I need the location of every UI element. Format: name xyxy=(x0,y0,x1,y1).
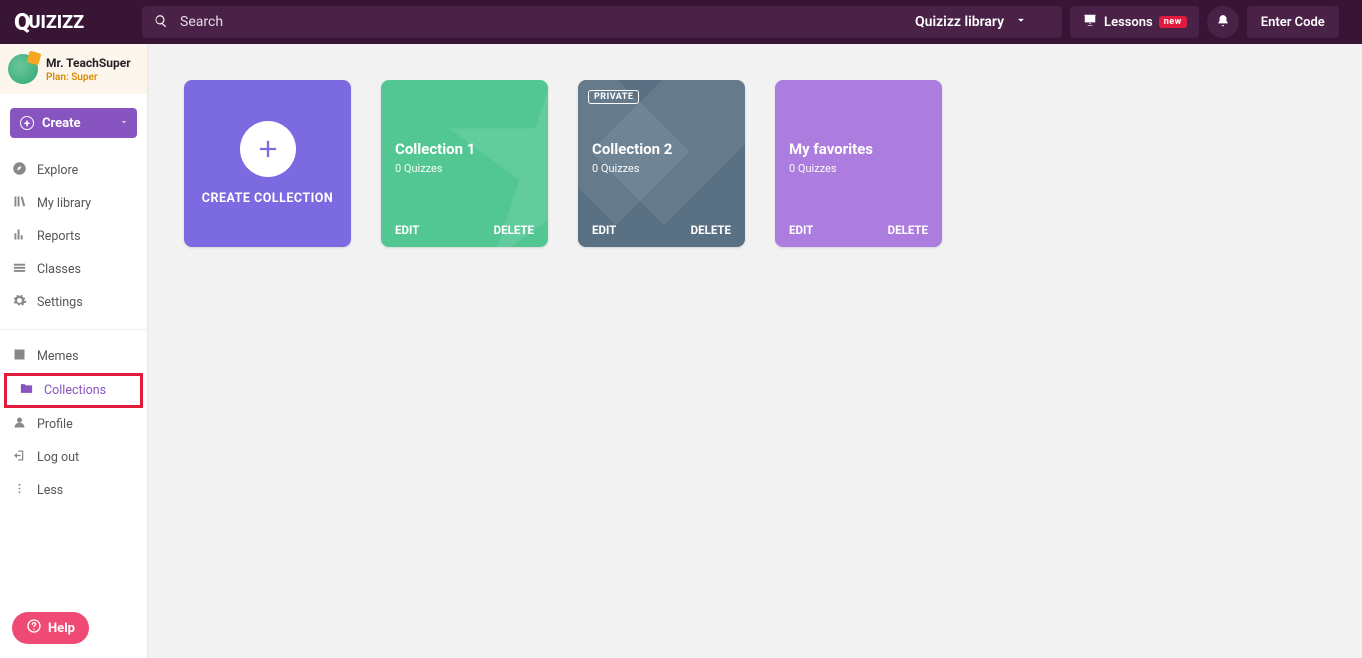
delete-button[interactable]: DELETE xyxy=(494,223,534,237)
books-icon xyxy=(12,194,37,213)
card-actions: EDIT DELETE xyxy=(395,223,534,237)
logo[interactable]: QUIZIZZ xyxy=(8,8,92,36)
create-button-label: Create xyxy=(42,116,81,131)
help-icon xyxy=(26,618,48,638)
collection-cards: CREATE COLLECTION Collection 1 0 Quizzes… xyxy=(184,80,1362,247)
delete-button[interactable]: DELETE xyxy=(888,223,928,237)
collection-card[interactable]: PRIVATE Collection 2 0 Quizzes EDIT DELE… xyxy=(578,80,745,247)
create-collection-label: CREATE COLLECTION xyxy=(202,191,333,206)
card-actions: EDIT DELETE xyxy=(592,223,731,237)
sidebar-item-label: Collections xyxy=(44,383,106,398)
user-name: Mr. TeachSuper xyxy=(46,56,131,70)
search-input[interactable] xyxy=(180,14,905,30)
sidebar-item-label: Explore xyxy=(37,163,78,178)
sidebar-item-mylibrary[interactable]: My library xyxy=(0,187,147,220)
layout: Mr. TeachSuper Plan: Super + Create Expl… xyxy=(0,44,1362,658)
edit-button[interactable]: EDIT xyxy=(789,223,813,237)
presentation-icon xyxy=(1082,13,1104,31)
edit-button[interactable]: EDIT xyxy=(395,223,419,237)
user-block[interactable]: Mr. TeachSuper Plan: Super xyxy=(0,44,147,94)
help-button[interactable]: Help xyxy=(12,612,89,644)
lessons-label: Lessons xyxy=(1104,15,1153,30)
collection-title: Collection 1 xyxy=(395,140,534,158)
collection-subtitle: 0 Quizzes xyxy=(395,162,534,175)
collection-subtitle: 0 Quizzes xyxy=(789,162,928,175)
enter-code-label: Enter Code xyxy=(1261,15,1325,30)
help-label: Help xyxy=(48,621,75,636)
collection-card[interactable]: Collection 1 0 Quizzes EDIT DELETE xyxy=(381,80,548,247)
private-badge: PRIVATE xyxy=(588,90,639,104)
sidebar-item-label: Settings xyxy=(37,295,83,310)
bell-icon xyxy=(1216,13,1230,32)
compass-icon xyxy=(12,161,37,180)
user-plan: Plan: Super xyxy=(46,72,131,83)
plus-circle-icon xyxy=(240,121,296,177)
new-badge: new xyxy=(1159,16,1187,28)
sidebar-item-label: Less xyxy=(37,483,63,498)
search-container: Quizizz library xyxy=(142,6,1062,38)
lessons-button[interactable]: Lessons new xyxy=(1070,6,1199,38)
sidebar-item-label: Profile xyxy=(37,417,73,432)
sidebar-item-profile[interactable]: Profile xyxy=(0,408,147,441)
image-icon xyxy=(12,347,37,366)
library-dropdown[interactable]: Quizizz library xyxy=(905,6,1050,38)
collection-card[interactable]: My favorites 0 Quizzes EDIT DELETE xyxy=(775,80,942,247)
search-icon xyxy=(154,13,180,32)
user-icon xyxy=(12,415,37,434)
sidebar-item-label: Log out xyxy=(37,450,79,465)
more-icon xyxy=(12,481,37,500)
collection-title: Collection 2 xyxy=(592,140,731,158)
notifications-button[interactable] xyxy=(1207,6,1239,38)
sidebar-item-collections[interactable]: Collections xyxy=(7,376,140,405)
sidebar-item-less[interactable]: Less xyxy=(0,474,147,507)
main-content: CREATE COLLECTION Collection 1 0 Quizzes… xyxy=(148,44,1362,658)
chart-icon xyxy=(12,227,37,246)
highlight-box: Collections xyxy=(4,373,143,408)
topbar: QUIZIZZ Quizizz library Lessons new Ente… xyxy=(0,0,1362,44)
collection-subtitle: 0 Quizzes xyxy=(592,162,731,175)
sidebar-item-classes[interactable]: Classes xyxy=(0,253,147,286)
gear-icon xyxy=(12,293,37,312)
caret-down-icon xyxy=(119,116,129,131)
library-dropdown-label: Quizizz library xyxy=(915,14,1004,30)
logout-icon xyxy=(12,448,37,467)
sidebar-item-label: Memes xyxy=(37,349,79,364)
delete-button[interactable]: DELETE xyxy=(691,223,731,237)
sidebar-item-explore[interactable]: Explore xyxy=(0,154,147,187)
card-actions: EDIT DELETE xyxy=(789,223,928,237)
avatar xyxy=(8,54,38,84)
chevron-down-icon xyxy=(1004,13,1040,31)
create-collection-card[interactable]: CREATE COLLECTION xyxy=(184,80,351,247)
enter-code-button[interactable]: Enter Code xyxy=(1247,6,1339,38)
nav-secondary: Memes Collections Profile Log out Less xyxy=(0,334,147,513)
sidebar-item-logout[interactable]: Log out xyxy=(0,441,147,474)
sidebar-item-label: My library xyxy=(37,196,91,211)
sidebar-item-label: Classes xyxy=(37,262,81,277)
edit-button[interactable]: EDIT xyxy=(592,223,616,237)
sidebar-item-settings[interactable]: Settings xyxy=(0,286,147,319)
nav-primary: Explore My library Reports Classes Setti… xyxy=(0,148,147,325)
sidebar-item-label: Reports xyxy=(37,229,81,244)
divider xyxy=(0,329,147,330)
collection-title: My favorites xyxy=(789,140,928,158)
plus-circle-icon: + xyxy=(20,116,34,130)
folder-icon xyxy=(19,381,44,400)
sidebar-item-reports[interactable]: Reports xyxy=(0,220,147,253)
create-button[interactable]: + Create xyxy=(10,108,137,138)
sidebar-item-memes[interactable]: Memes xyxy=(0,340,147,373)
sidebar: Mr. TeachSuper Plan: Super + Create Expl… xyxy=(0,44,148,658)
classes-icon xyxy=(12,260,37,279)
